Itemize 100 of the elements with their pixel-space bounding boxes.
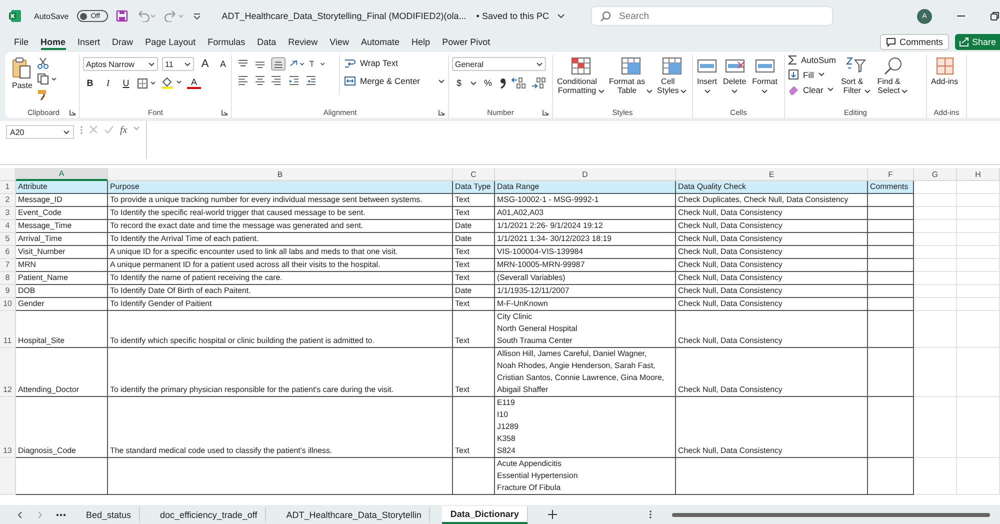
more-sheets-icon[interactable]	[56, 512, 66, 516]
autosum-button[interactable]: AutoSum	[788, 55, 836, 65]
cell-styles-button[interactable]: Cell Styles	[656, 55, 688, 98]
restore-icon[interactable]	[990, 11, 1000, 21]
bold-button[interactable]: B	[83, 78, 97, 88]
chevron-down-icon[interactable]	[556, 12, 565, 20]
decrease-font-button[interactable]: A	[216, 59, 230, 69]
grid-cell	[914, 220, 957, 233]
format-as-table-button[interactable]: Format as Table	[608, 55, 654, 98]
menu-tab[interactable]: Power Pivot	[436, 34, 496, 50]
table-cell	[868, 397, 914, 458]
chevron-down-icon[interactable]	[680, 88, 687, 96]
add-sheet-icon[interactable]	[548, 510, 557, 519]
grid-cell	[957, 348, 1000, 397]
chevron-down-icon[interactable]	[470, 80, 477, 86]
autosave-label: AutoSave	[34, 12, 69, 20]
sheet-tab[interactable]: ADT_Healthcare_Data_Storytellin	[278, 506, 430, 522]
chevron-down-icon[interactable]	[148, 60, 155, 68]
copy-icon[interactable]	[37, 73, 58, 85]
dialog-launcher-icon[interactable]	[438, 108, 445, 116]
cells-icon	[724, 57, 745, 75]
chevron-down-icon[interactable]	[598, 88, 606, 96]
sheet-tab[interactable]: Bed_status	[78, 506, 140, 522]
share-button[interactable]: Share	[954, 34, 1000, 50]
font-name-dropdown[interactable]: Aptos Narrow	[83, 57, 158, 71]
fill-button[interactable]: Fill	[788, 69, 836, 80]
grid-cell	[957, 259, 1000, 272]
menu-tab[interactable]: Automate	[355, 34, 406, 50]
save-status[interactable]: • Saved to this PC	[476, 11, 549, 21]
font-size-dropdown[interactable]: 11	[162, 57, 194, 71]
more-options-icon[interactable]	[648, 510, 652, 519]
table-cell	[868, 348, 914, 397]
format-cells-button[interactable]: Format	[751, 55, 778, 98]
delete-cells-button[interactable]: Delete	[722, 55, 748, 98]
chevron-down-icon[interactable]	[536, 60, 543, 68]
borders-icon[interactable]	[137, 78, 157, 88]
italic-button[interactable]: I	[101, 78, 115, 88]
comma-style-icon[interactable]	[499, 77, 507, 89]
font-color-button[interactable]: A	[187, 78, 201, 88]
menu-tab[interactable]: Draw	[106, 34, 140, 50]
chevron-down-icon[interactable]	[184, 60, 191, 68]
currency-button[interactable]: $	[452, 78, 466, 88]
menu-tab[interactable]: Review	[282, 34, 324, 50]
sheet-tab[interactable]: Data_Dictionary	[442, 506, 528, 524]
chevron-down-icon[interactable]	[818, 71, 825, 78]
menu-tab[interactable]: Data	[251, 34, 282, 50]
dialog-launcher-icon[interactable]	[542, 108, 549, 116]
paste-button[interactable]: Paste	[11, 55, 34, 92]
search-field[interactable]: Search	[590, 6, 833, 26]
chevron-left-icon[interactable]	[16, 510, 24, 518]
cut-icon[interactable]	[37, 57, 50, 69]
find-select-button[interactable]: Find & Select	[876, 55, 910, 98]
clear-button[interactable]: Clear	[788, 84, 836, 95]
dialog-launcher-icon[interactable]	[69, 108, 76, 116]
add-ins-button[interactable]: Add-ins	[930, 55, 960, 88]
grid-cell	[914, 181, 957, 194]
grid-cell	[957, 458, 1000, 495]
menu-tab[interactable]: Page Layout	[139, 34, 202, 50]
menu-tab[interactable]: Formulas	[202, 34, 252, 50]
more-options-icon[interactable]	[80, 125, 83, 135]
chevron-down-icon[interactable]	[704, 88, 710, 96]
chevron-down-icon[interactable]	[646, 88, 654, 96]
chevron-down-icon[interactable]	[864, 88, 872, 96]
menu-tab[interactable]: Home	[34, 34, 72, 50]
grid-cell	[914, 285, 957, 298]
dialog-launcher-icon[interactable]	[221, 108, 228, 116]
comments-button[interactable]: Comments	[880, 34, 949, 50]
percent-button[interactable]: %	[481, 78, 495, 88]
chevron-down-icon[interactable]	[827, 86, 834, 93]
conditional-formatting-button[interactable]: Conditional Formatting	[556, 55, 606, 98]
customize-toolbar-icon[interactable]	[192, 11, 202, 21]
insert-cells-button[interactable]: Insert	[696, 55, 718, 98]
sort-filter-button[interactable]: Sort & Filter	[840, 55, 872, 98]
wrap-text-button[interactable]: Wrap Text	[344, 57, 445, 69]
menu-tab[interactable]: Insert	[72, 34, 106, 50]
sheet-tab[interactable]: doc_efficiency_trade_off	[152, 506, 266, 522]
merge-center-button[interactable]: Merge & Center	[344, 75, 445, 87]
table-cell	[868, 194, 914, 207]
number-format-dropdown[interactable]: General	[452, 57, 546, 71]
menu-tab[interactable]: File	[8, 34, 35, 50]
grid-cell	[914, 397, 957, 458]
table-cell	[453, 458, 495, 495]
grid-cell	[914, 272, 957, 285]
table-cell	[868, 285, 914, 298]
insert-function-button[interactable]: fx	[120, 125, 128, 136]
name-box[interactable]: A20	[6, 125, 74, 139]
increase-decimal-icon[interactable]	[511, 77, 527, 89]
chevron-down-icon[interactable]	[63, 128, 70, 136]
increase-font-button[interactable]: A	[198, 58, 212, 70]
save-icon[interactable]	[116, 10, 128, 22]
menu-tab[interactable]: View	[324, 34, 356, 50]
decrease-decimal-icon[interactable]	[531, 77, 547, 89]
menu-tab[interactable]: Help	[406, 34, 436, 50]
table-cell	[868, 246, 914, 259]
chevron-down-icon[interactable]	[901, 88, 908, 96]
chevron-down-icon[interactable]	[761, 88, 768, 96]
chevron-down-icon[interactable]	[731, 88, 738, 96]
grid-cell	[914, 246, 957, 259]
underline-button[interactable]: U	[119, 78, 133, 88]
fill-color-icon[interactable]	[161, 77, 183, 89]
